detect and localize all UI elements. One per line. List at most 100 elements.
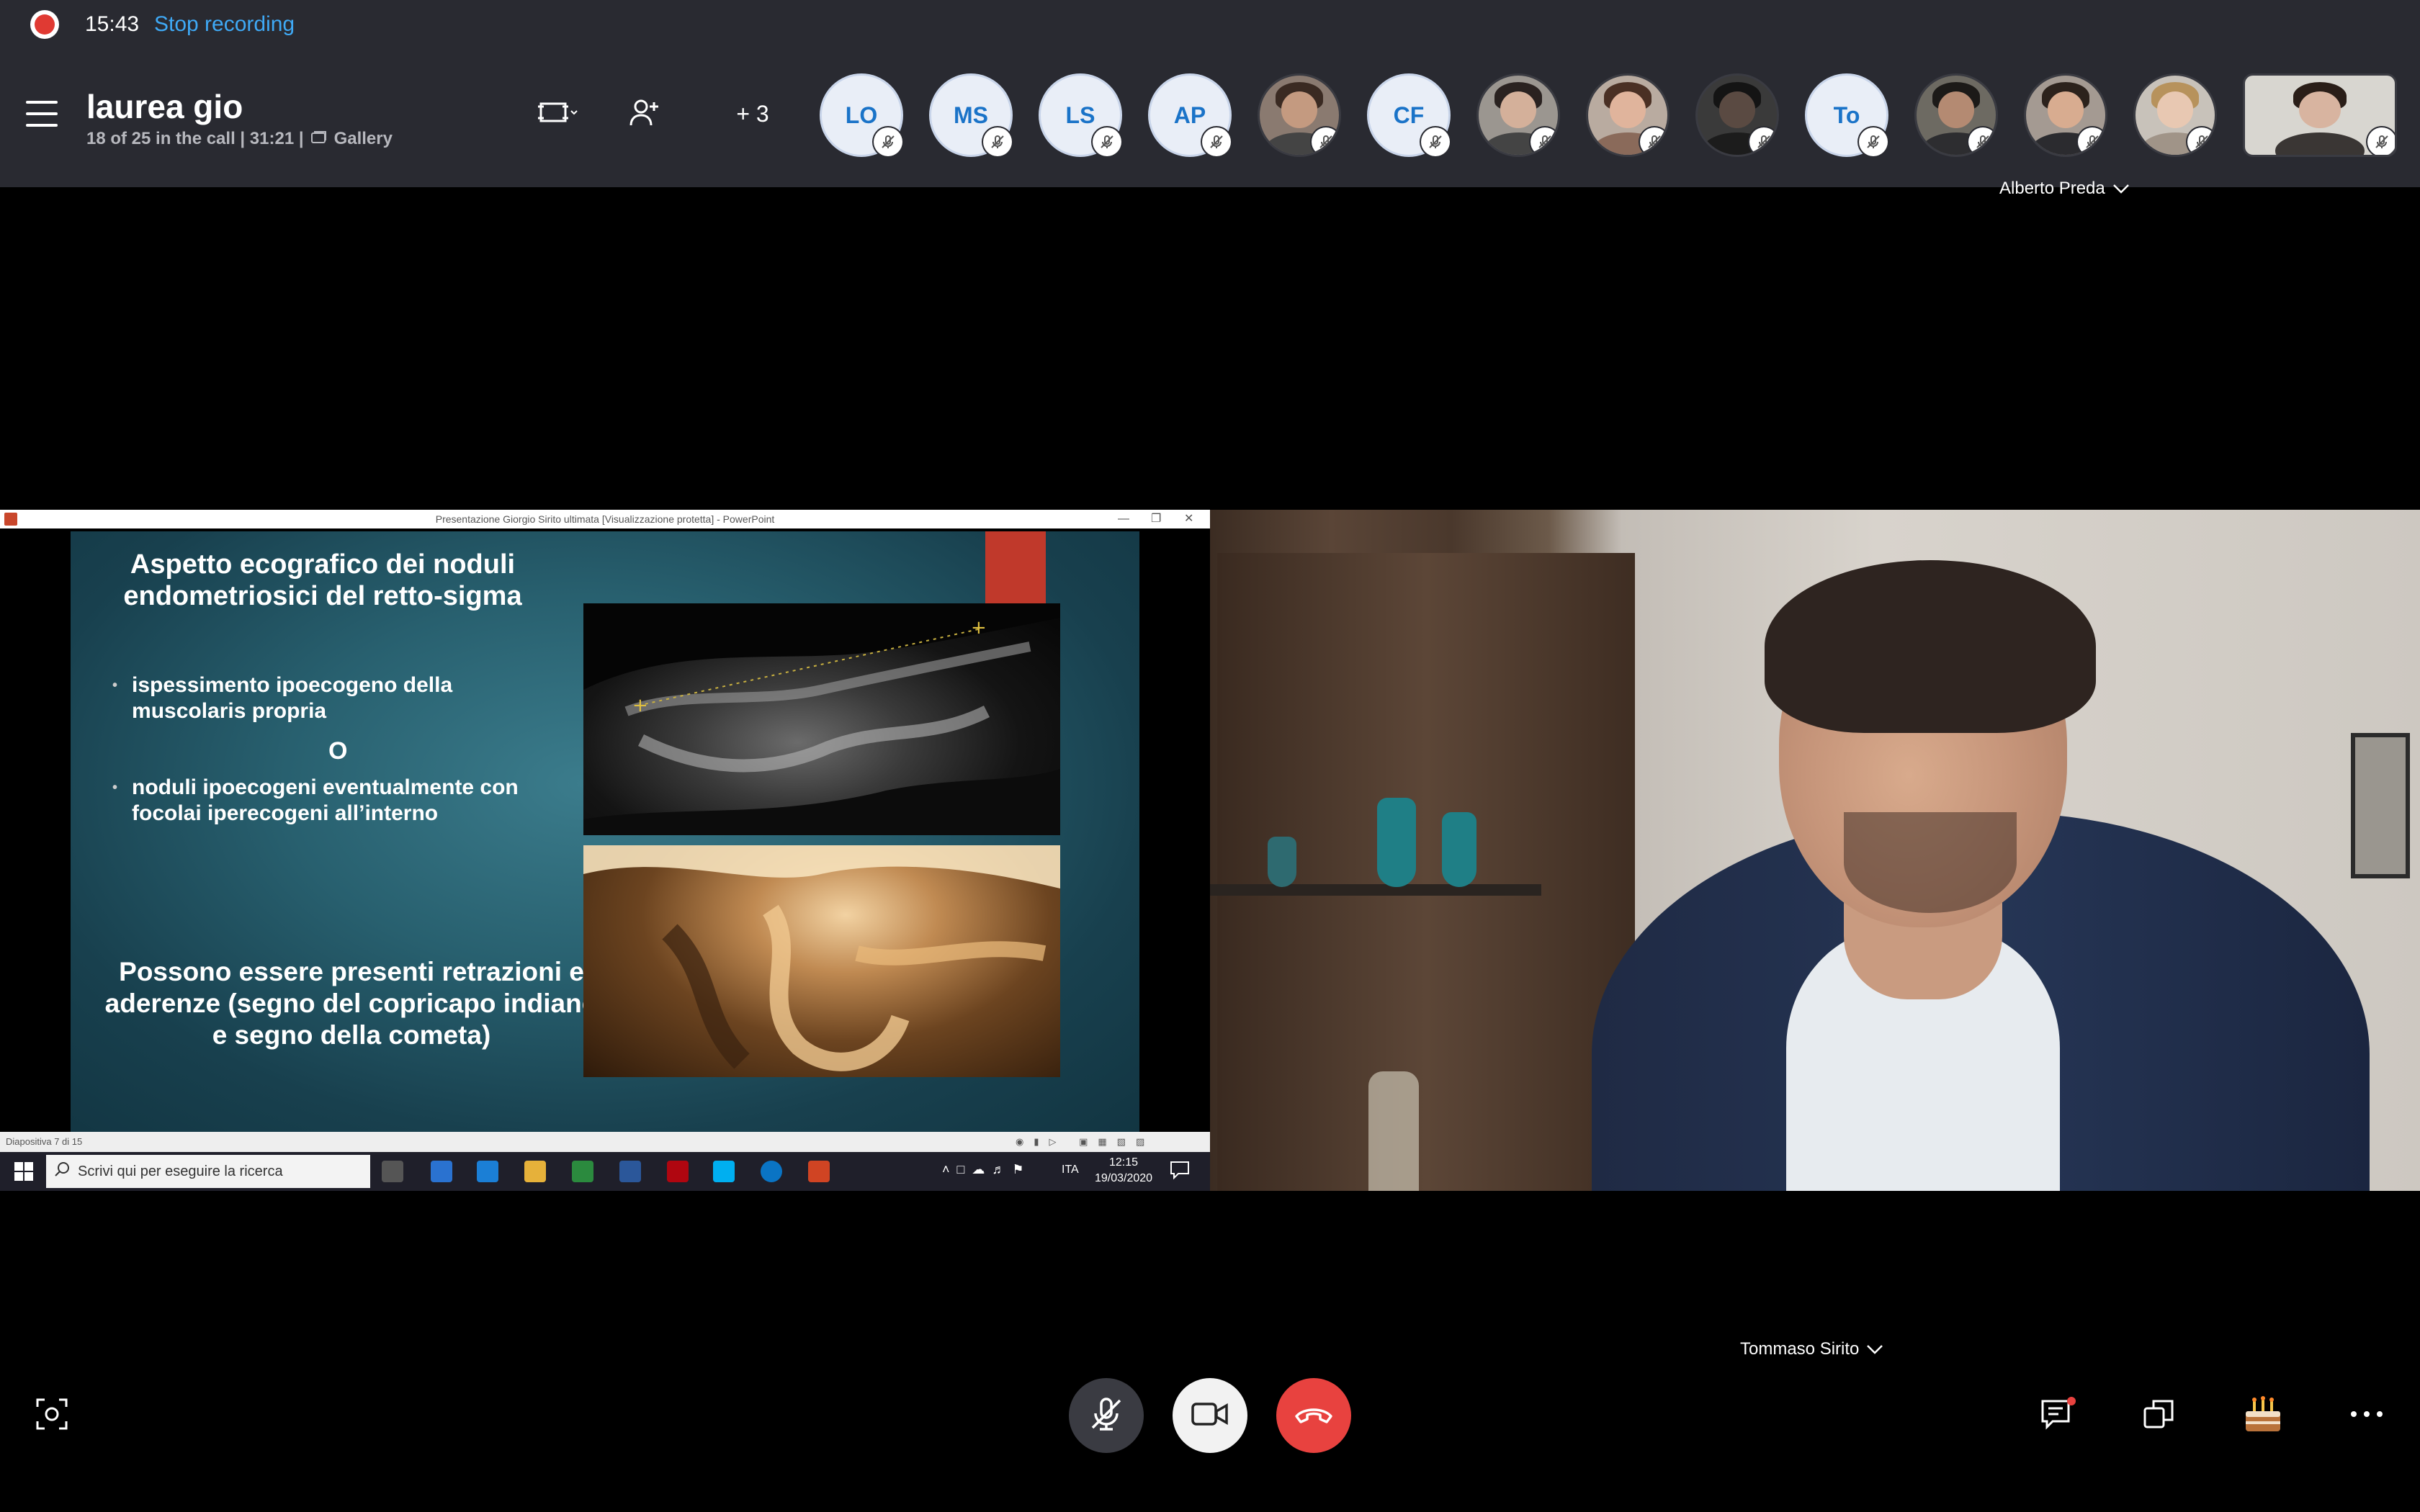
windows-start-icon[interactable]: [14, 1162, 33, 1184]
file-explorer-icon[interactable]: [524, 1161, 546, 1182]
chat-button[interactable]: [2035, 1392, 2081, 1439]
video-toggle-button[interactable]: [1173, 1378, 1247, 1453]
hang-up-icon: [1294, 1403, 1334, 1428]
speaker-video[interactable]: [1210, 510, 2420, 1191]
participant-initials: LO: [845, 102, 878, 128]
muted-mic-icon: [2078, 127, 2105, 155]
recording-time: 15:43: [85, 12, 140, 36]
participant-avatar[interactable]: CF: [1367, 73, 1451, 157]
bullet-text: noduli ipoecogeni eventualmente con foco…: [132, 775, 519, 825]
taskbar-clock[interactable]: 12:15 19/03/2020: [1080, 1155, 1167, 1187]
powerpoint-icon[interactable]: [808, 1161, 830, 1182]
app-icon[interactable]: [572, 1161, 593, 1182]
system-tray-icons[interactable]: ˄□☁♬⚑: [942, 1162, 1031, 1177]
netflix-icon[interactable]: [667, 1161, 689, 1182]
word-icon[interactable]: [619, 1161, 641, 1182]
restore-icon[interactable]: ❐: [1151, 510, 1161, 528]
muted-mic-icon: [1202, 127, 1231, 156]
participant-photo[interactable]: [2024, 73, 2107, 157]
notifications-icon[interactable]: [1170, 1161, 1190, 1183]
participant-photo[interactable]: [1586, 73, 1670, 157]
muted-mic-icon: [1093, 127, 1121, 156]
speaker-beard: [1844, 812, 2017, 913]
mail-icon[interactable]: [477, 1161, 498, 1182]
screenshot-button[interactable]: [29, 1392, 75, 1439]
background-vase: [1377, 798, 1416, 887]
participant-photo[interactable]: [1476, 73, 1560, 157]
bullet-dot-icon: •: [112, 678, 118, 693]
muted-mic-icon: [1968, 127, 1996, 155]
participant-photo[interactable]: [1695, 73, 1779, 157]
svg-text:+: +: [971, 617, 987, 639]
call-title: laurea gio: [86, 88, 243, 125]
muted-mic-icon: [1421, 127, 1450, 156]
participant-avatar[interactable]: LO: [820, 73, 903, 157]
end-call-button[interactable]: [1276, 1378, 1351, 1453]
participant-avatar[interactable]: AP: [1148, 73, 1232, 157]
muted-mic-icon: [1859, 127, 1888, 156]
share-windows-icon: [2142, 1397, 2177, 1435]
participant-video-tile[interactable]: [2243, 73, 2397, 157]
participant-avatar[interactable]: LS: [1039, 73, 1122, 157]
video-camera-icon: [1191, 1400, 1229, 1432]
slide-footer-text: Possono essere presenti retrazioni e ade…: [104, 957, 599, 1050]
muted-mic-icon: [2367, 127, 2395, 155]
participant-name: Alberto Preda: [1999, 179, 2105, 198]
participant-photo[interactable]: [1914, 73, 1998, 157]
layout-switch-button[interactable]: [529, 92, 586, 135]
participant-photo[interactable]: [2133, 73, 2217, 157]
participant-avatar[interactable]: To: [1805, 73, 1888, 157]
slide-or-text: O: [328, 737, 348, 765]
view-mode-label[interactable]: Gallery: [334, 128, 393, 150]
search-placeholder: Scrivi qui per eseguire la ricerca: [78, 1163, 283, 1179]
ultrasound-3d-image: [583, 845, 1060, 1077]
slide-bullet: • noduli ipoecogeni eventualmente con fo…: [112, 775, 544, 827]
chat-icon: [2040, 1395, 2077, 1436]
search-icon: [55, 1161, 71, 1182]
more-options-button[interactable]: [2344, 1392, 2390, 1439]
share-screen-button[interactable]: [2136, 1392, 2182, 1439]
taskbar-date: 19/03/2020: [1094, 1172, 1153, 1184]
taskbar-search-box[interactable]: Scrivi qui per eseguire la ricerca: [46, 1155, 370, 1188]
store-icon[interactable]: [431, 1161, 452, 1182]
bullet-dot-icon: •: [112, 780, 118, 796]
participant-photo[interactable]: [1258, 73, 1341, 157]
stop-recording-link[interactable]: Stop recording: [154, 10, 295, 39]
hamburger-menu-icon[interactable]: [26, 101, 58, 127]
background-vase: [1268, 837, 1296, 887]
view-controls-icon[interactable]: ◉▮▷ ▣▦▧▨: [1016, 1132, 1155, 1152]
presentation-slide: Aspetto ecografico dei noduli endometrio…: [71, 531, 1139, 1132]
mute-toggle-button[interactable]: [1069, 1378, 1144, 1453]
reactions-button[interactable]: [2240, 1392, 2286, 1439]
speaker-name-tag[interactable]: Tommaso Sirito: [1740, 1339, 1883, 1359]
slide-accent-bar: [985, 531, 1046, 606]
shared-screen[interactable]: Presentazione Giorgio Sirito ultimata [V…: [0, 510, 1210, 1191]
chevron-down-icon: [2112, 179, 2130, 199]
powerpoint-titlebar: Presentazione Giorgio Sirito ultimata [V…: [0, 510, 1210, 528]
add-participant-button[interactable]: [621, 92, 667, 135]
participant-initials: MS: [954, 102, 988, 128]
camera-snapshot-icon: [35, 1397, 69, 1435]
slide-bullet: • ispessimento ipoecogeno della muscolar…: [112, 672, 516, 724]
powerpoint-statusbar: Diapositiva 7 di 15 ◉▮▷ ▣▦▧▨: [0, 1132, 1210, 1152]
minimize-icon[interactable]: —: [1118, 510, 1129, 528]
language-indicator[interactable]: ITA: [1062, 1164, 1079, 1176]
edge-icon[interactable]: [761, 1161, 782, 1182]
more-dots-icon: [2349, 1409, 2384, 1422]
task-view-icon[interactable]: [382, 1161, 403, 1182]
close-icon[interactable]: ✕: [1184, 510, 1193, 528]
participant-name-tag[interactable]: Alberto Preda: [1999, 179, 2130, 199]
participant-initials: CF: [1393, 102, 1425, 128]
windows-taskbar: Scrivi qui per eseguire la ricerca ˄□☁♬⚑…: [0, 1152, 1210, 1191]
muted-mic-icon: [1531, 127, 1558, 155]
record-indicator-icon: [30, 10, 59, 39]
add-person-icon: [628, 98, 660, 130]
participant-initials: To: [1833, 102, 1860, 128]
participant-avatar[interactable]: MS: [929, 73, 1013, 157]
skype-icon[interactable]: [713, 1161, 735, 1182]
gallery-icon: [310, 128, 327, 150]
muted-mic-icon: [983, 127, 1012, 156]
background-vase: [1442, 812, 1476, 887]
more-participants-button[interactable]: + 3: [720, 92, 785, 135]
speaker-name: Tommaso Sirito: [1740, 1339, 1860, 1359]
